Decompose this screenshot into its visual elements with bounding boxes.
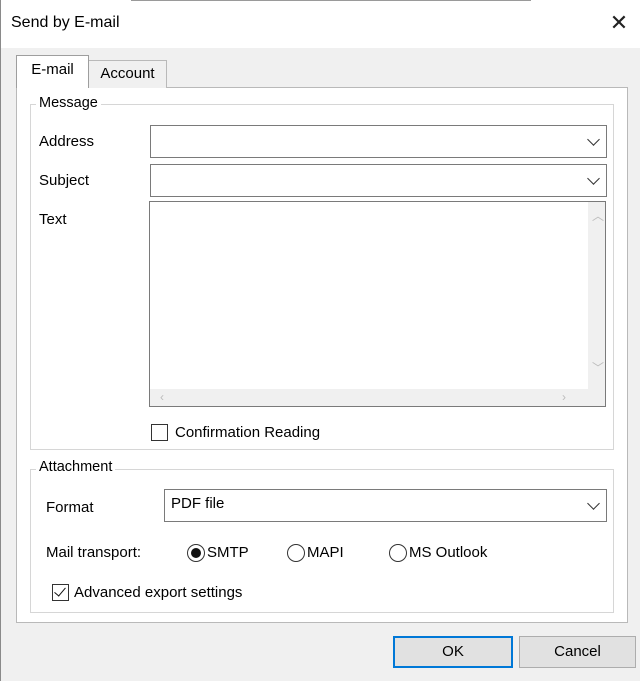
radio-smtp-label[interactable]: SMTP [207, 544, 249, 561]
horizontal-scrollbar[interactable]: ‹ › [150, 389, 588, 406]
message-group-title: Message [36, 95, 101, 111]
mail-transport-label: Mail transport: [46, 544, 142, 561]
scroll-down-arrow-icon[interactable]: ﹀ [592, 362, 604, 374]
address-label: Address [39, 133, 95, 150]
address-combobox[interactable] [150, 125, 607, 158]
scroll-up-arrow-icon[interactable]: ︿ [592, 210, 604, 222]
format-value: PDF file [171, 495, 225, 512]
text-label: Text [39, 211, 67, 228]
title-bar-top-line [131, 0, 531, 1]
format-label: Format [46, 499, 94, 516]
vertical-scrollbar[interactable]: ︿ ﹀ [588, 202, 605, 389]
checkmark-icon [54, 584, 66, 597]
tab-email[interactable]: E-mail [16, 55, 89, 88]
chevron-down-icon[interactable] [587, 133, 600, 146]
subject-label: Subject [39, 172, 90, 189]
format-combobox[interactable]: PDF file [164, 489, 607, 522]
advanced-export-label[interactable]: Advanced export settings [74, 584, 242, 601]
chevron-down-icon[interactable] [587, 497, 600, 510]
tab-account[interactable]: Account [88, 60, 167, 88]
radio-ms-outlook-label[interactable]: MS Outlook [409, 544, 487, 561]
attachment-group-title: Attachment [36, 459, 116, 475]
close-icon[interactable]: ✕ [607, 12, 631, 36]
cancel-button[interactable]: Cancel [519, 636, 636, 668]
dialog-title: Send by E-mail [11, 14, 120, 31]
scroll-right-arrow-icon[interactable]: › [562, 391, 566, 403]
send-email-dialog: Send by E-mail ✕ E-mail Account Message … [0, 0, 640, 681]
title-bar: Send by E-mail ✕ [1, 0, 640, 48]
subject-combobox[interactable] [150, 164, 607, 197]
radio-selected-dot [191, 548, 201, 558]
radio-smtp[interactable] [187, 544, 205, 562]
scroll-left-arrow-icon[interactable]: ‹ [160, 391, 164, 403]
confirmation-reading-checkbox[interactable] [151, 424, 168, 441]
radio-mapi-label[interactable]: MAPI [307, 544, 344, 561]
ok-button[interactable]: OK [393, 636, 513, 668]
chevron-down-icon[interactable] [587, 172, 600, 185]
confirmation-reading-label[interactable]: Confirmation Reading [175, 424, 320, 441]
message-text-area[interactable]: ︿ ﹀ ‹ › [149, 201, 606, 407]
advanced-export-checkbox[interactable] [52, 584, 69, 601]
radio-ms-outlook[interactable] [389, 544, 407, 562]
scrollbar-corner [588, 389, 605, 406]
radio-mapi[interactable] [287, 544, 305, 562]
